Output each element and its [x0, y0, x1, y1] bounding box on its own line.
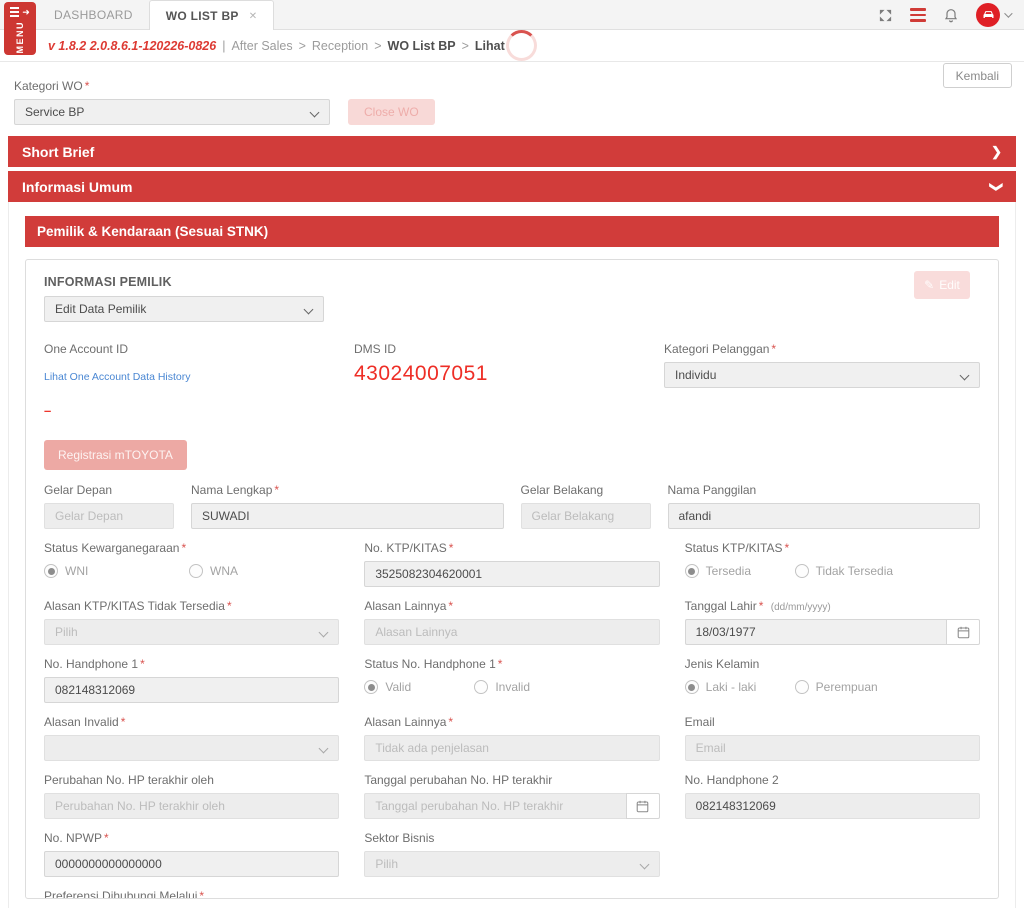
kategori-pelanggan-label: Kategori Pelanggan*: [664, 342, 980, 356]
no-hp1-input[interactable]: 082148312069: [44, 677, 339, 703]
informasi-umum-panel: Pemilik & Kendaraan (Sesuai STNK) INFORM…: [8, 202, 1016, 908]
radio-wna[interactable]: WNA: [189, 564, 299, 578]
radio-wni[interactable]: WNI: [44, 564, 189, 578]
kategori-wo-label: Kategori WO*: [14, 79, 330, 93]
chevron-down-icon: [639, 860, 649, 870]
one-account-id-value: –: [44, 403, 354, 418]
breadcrumb-after-sales[interactable]: After Sales: [231, 39, 292, 53]
user-menu[interactable]: [976, 3, 1010, 27]
pencil-icon: ✎: [924, 278, 934, 292]
kategori-pelanggan-select[interactable]: Individu: [664, 362, 980, 388]
kategori-wo-select[interactable]: Service BP: [14, 99, 330, 125]
hamburger-icon: [10, 7, 19, 17]
radio-icon: [189, 564, 203, 578]
arrow-right-icon: ➜: [22, 8, 30, 17]
dms-id-value: 43024007051: [354, 362, 664, 386]
accordion-informasi-umum[interactable]: Informasi Umum ❯: [8, 171, 1016, 202]
card-heading: INFORMASI PEMILIK: [44, 275, 980, 289]
alasan-lainnya-hp-input[interactable]: Tidak ada penjelasan: [364, 735, 659, 761]
radio-laki-laki[interactable]: Laki - laki: [685, 680, 795, 694]
radio-icon: [795, 564, 809, 578]
bell-icon[interactable]: [943, 7, 959, 23]
tab-wo-list-bp[interactable]: WO LIST BP ✕: [149, 0, 275, 31]
tanggal-perubahan-hp-input[interactable]: Tanggal perubahan No. HP terakhir: [364, 793, 625, 819]
radio-selected-icon: [685, 680, 699, 694]
radio-tidak-tersedia[interactable]: Tidak Tersedia: [795, 564, 905, 578]
accordion-short-brief[interactable]: Short Brief ❯: [8, 136, 1016, 167]
radio-valid[interactable]: Valid: [364, 680, 474, 694]
registrasi-mtoyota-button[interactable]: Registrasi mTOYOTA: [44, 440, 187, 470]
calendar-icon[interactable]: [946, 619, 980, 645]
perubahan-hp-oleh-input[interactable]: Perubahan No. HP terakhir oleh: [44, 793, 339, 819]
no-hp2-input[interactable]: 082148312069: [685, 793, 980, 819]
tab-close-icon[interactable]: ✕: [249, 11, 258, 22]
one-account-history-link[interactable]: Lihat One Account Data History: [44, 371, 191, 383]
chevron-down-icon: [310, 108, 320, 118]
tanggal-lahir-input[interactable]: 18/03/1977: [685, 619, 946, 645]
no-npwp-input[interactable]: 0000000000000000: [44, 851, 339, 877]
version-text: v 1.8.2 2.0.8.6.1-120226-0826: [48, 39, 216, 53]
kategori-wo-value: Service BP: [25, 105, 84, 119]
app-menu-icon[interactable]: [910, 8, 926, 22]
sektor-bisnis-select[interactable]: Pilih: [364, 851, 659, 877]
alasan-lainnya-ktp-input[interactable]: Alasan Lainnya: [364, 619, 659, 645]
jenis-kelamin-radio-group: Laki - laki Perempuan: [685, 680, 980, 694]
one-account-id-label: One Account ID: [44, 342, 354, 356]
page-content: Kategori WO* Service BP Close WO Short B…: [0, 62, 1024, 908]
status-ktp-radio-group: Tersedia Tidak Tersedia: [685, 564, 980, 578]
radio-perempuan[interactable]: Perempuan: [795, 680, 905, 694]
calendar-icon[interactable]: [626, 793, 660, 819]
avatar: [976, 3, 1000, 27]
breadcrumb-wo-list-bp[interactable]: WO List BP: [388, 39, 456, 53]
dms-id-label: DMS ID: [354, 342, 664, 356]
radio-selected-icon: [685, 564, 699, 578]
gelar-belakang-input[interactable]: Gelar Belakang: [521, 503, 651, 529]
menu-label: MENU: [15, 21, 25, 54]
informasi-pemilik-card: INFORMASI PEMILIK ✎ Edit Edit Data Pemil…: [25, 259, 999, 899]
chevron-down-icon: [319, 628, 329, 638]
chevron-down-icon: [1004, 9, 1012, 17]
close-wo-button[interactable]: Close WO: [348, 99, 435, 125]
chevron-down-icon: ❯: [989, 181, 1005, 192]
alasan-ktp-select[interactable]: Pilih: [44, 619, 339, 645]
tab-label: WO LIST BP: [166, 9, 239, 23]
edit-button[interactable]: ✎ Edit: [914, 271, 970, 299]
fullscreen-icon[interactable]: [878, 8, 893, 23]
radio-tersedia[interactable]: Tersedia: [685, 564, 795, 578]
chevron-down-icon: [304, 305, 314, 315]
radio-selected-icon: [44, 564, 58, 578]
tab-dashboard[interactable]: DASHBOARD: [38, 0, 149, 29]
status-hp1-radio-group: Valid Invalid: [364, 680, 659, 694]
tab-bar: DASHBOARD WO LIST BP ✕: [0, 0, 1024, 30]
gelar-depan-input[interactable]: Gelar Depan: [44, 503, 174, 529]
radio-invalid[interactable]: Invalid: [474, 680, 584, 694]
breadcrumb-lihat: Lihat: [475, 39, 505, 53]
radio-selected-icon: [364, 680, 378, 694]
no-ktp-input[interactable]: 3525082304620001: [364, 561, 659, 587]
app-root: ➜ MENU DASHBOARD WO LIST BP ✕: [0, 0, 1024, 908]
chevron-down-icon: [319, 744, 329, 754]
nama-panggilan-input[interactable]: afandi: [668, 503, 981, 529]
chevron-right-icon: ❯: [991, 144, 1002, 160]
section-pemilik-kendaraan[interactable]: Pemilik & Kendaraan (Sesuai STNK): [25, 216, 999, 247]
nama-lengkap-input[interactable]: SUWADI: [191, 503, 504, 529]
separator: |: [222, 39, 225, 53]
edit-mode-select[interactable]: Edit Data Pemilik: [44, 296, 324, 322]
kewarganegaraan-radio-group: WNI WNA: [44, 564, 339, 578]
breadcrumb-reception[interactable]: Reception: [312, 39, 368, 53]
email-input[interactable]: Email: [685, 735, 980, 761]
tab-label: DASHBOARD: [54, 8, 133, 22]
menu-button[interactable]: ➜ MENU: [4, 2, 36, 55]
chevron-down-icon: [960, 371, 970, 381]
alasan-invalid-select[interactable]: [44, 735, 339, 761]
loading-spinner: [506, 30, 537, 61]
radio-icon: [474, 680, 488, 694]
radio-icon: [795, 680, 809, 694]
